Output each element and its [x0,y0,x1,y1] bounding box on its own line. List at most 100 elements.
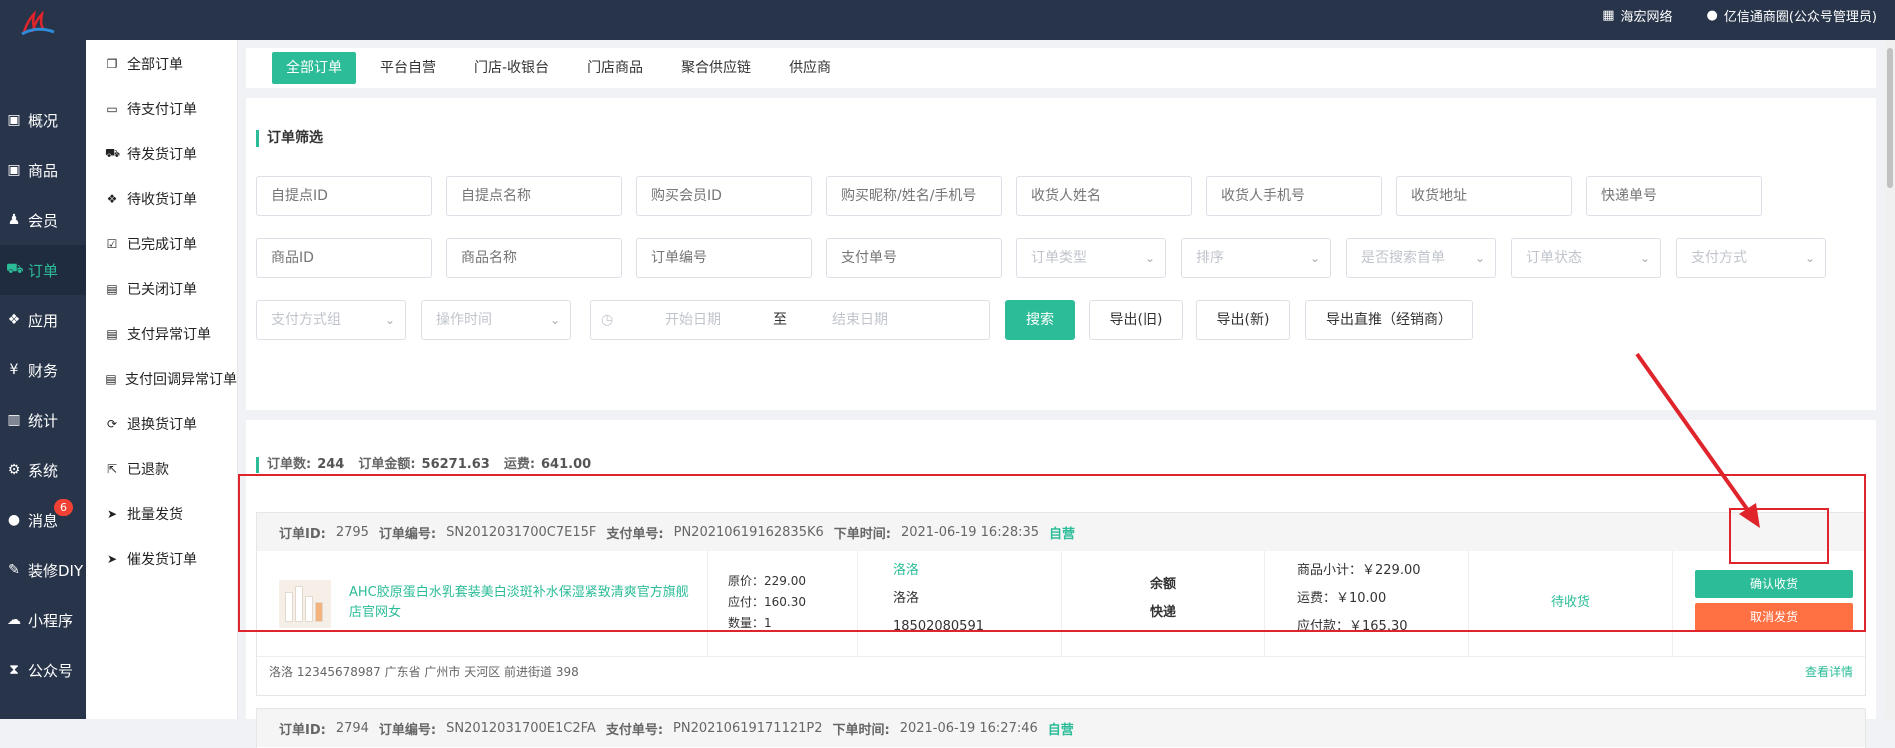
receiver-phone-input[interactable] [1206,176,1382,216]
submenu-label: 已退款 [127,461,169,478]
clock-icon: ◷ [601,312,614,328]
tab-self-operated[interactable]: 平台自营 [366,52,450,84]
submenu-label: 支付回调异常订单 [125,371,237,388]
express-no-input[interactable] [1586,176,1762,216]
user-menu[interactable]: ● 亿信通商圈(公众号管理员) [1707,6,1878,25]
sidebar-item-label: 公众号 [28,661,74,680]
submenu-label: 待发货订单 [127,146,197,163]
submenu-payment-error[interactable]: ▤ 支付异常订单 [86,311,237,356]
submenu-urge-ship[interactable]: ➤ 催发货订单 [86,536,237,581]
sidebar-item-label: 商品 [28,161,59,180]
dropbox-icon: ❖ [106,191,118,206]
scrollbar[interactable] [1885,40,1895,719]
sidebar-item-orders[interactable]: ⛟ 订单 [0,245,86,295]
order-type-select[interactable]: 订单类型 ⌄ [1016,238,1166,278]
pay-no-input[interactable] [826,238,1002,278]
pickup-id-input[interactable] [256,176,432,216]
message-count-badge: 6 [54,499,73,516]
truck-icon: ⛟ [105,145,121,160]
submenu-callback-error[interactable]: ▤ 支付回调异常订单 [86,356,237,401]
cart-icon: ⛟ [6,261,24,277]
search-button[interactable]: 搜索 [1005,300,1075,340]
select-placeholder: 支付方式 [1691,250,1747,266]
sidebar-item-members[interactable]: ♟ 会员 [0,195,86,245]
sidebar-item-stats[interactable]: ▥ 统计 [0,395,86,445]
chevron-down-icon: ⌄ [1144,251,1155,265]
order-id: 2794 [335,720,369,736]
sidebar-item-apps[interactable]: ❖ 应用 [0,295,86,345]
first-order-select[interactable]: 是否搜索首单 ⌄ [1346,238,1496,278]
tab-all-orders[interactable]: 全部订单 [272,52,356,84]
buyer-id-input[interactable] [636,176,812,216]
submenu-returns[interactable]: ⟳ 退换货订单 [86,401,237,446]
scrollbar-thumb[interactable] [1887,48,1893,188]
sidebar-item-system[interactable]: ⚙ 系统 [0,445,86,495]
chevron-down-icon: ⌄ [384,313,395,327]
send-icon: ➤ [106,506,118,521]
select-placeholder: 支付方式组 [271,312,341,328]
tab-supplier[interactable]: 供应商 [775,52,845,84]
summary-freight-label: 运费: [503,457,536,472]
order-time: 2021-06-19 16:27:46 [899,720,1038,736]
submenu-pending-shipment[interactable]: ⛟ 待发货订单 [86,131,237,176]
goods-name-input[interactable] [446,238,622,278]
sidebar-item-official-account[interactable]: ⧗ 公众号 [0,645,86,695]
view-detail-link[interactable]: 查看详情 [1805,663,1853,680]
date-start: 开始日期 [665,312,721,328]
summary-count: 244 [317,457,345,472]
trash-icon: ▤ [106,281,118,296]
yen-icon: ¥ [9,362,19,378]
receiver-address-input[interactable] [1396,176,1572,216]
chevron-down-icon: ⌄ [1804,251,1815,265]
export-old-button[interactable]: 导出(旧) [1089,300,1183,340]
sidebar-item-decor-diy[interactable]: ✎ 装修DIY [0,545,86,595]
operate-time-select[interactable]: 操作时间 ⌄ [421,300,571,340]
sidebar-item-label: 系统 [28,461,59,480]
filter-title: 订单筛选 [256,130,323,147]
submenu-all-orders[interactable]: ❐ 全部订单 [86,41,237,86]
submenu-label: 已关闭订单 [127,281,197,298]
sidebar-item-finance[interactable]: ¥ 财务 [0,345,86,395]
sidebar-item-label: 消息 [28,511,59,530]
sort-select[interactable]: 排序 ⌄ [1181,238,1331,278]
submenu-pending-receipt[interactable]: ❖ 待收货订单 [86,176,237,221]
hourglass-icon: ⧗ [9,662,19,678]
select-placeholder: 是否搜索首单 [1361,250,1445,266]
submenu-completed[interactable]: ☑ 已完成订单 [86,221,237,266]
export-new-button[interactable]: 导出(新) [1196,300,1290,340]
pay-method-select[interactable]: 支付方式 ⌄ [1676,238,1826,278]
tab-aggregate-supply[interactable]: 聚合供应链 [667,52,765,84]
buyer-info-input[interactable] [826,176,1002,216]
tab-store-cashier[interactable]: 门店-收银台 [460,52,563,84]
export-direct-button[interactable]: 导出直推（经销商） [1305,300,1473,340]
annotation-button-box [1729,508,1829,564]
receiver-name-input[interactable] [1016,176,1192,216]
credit-card-icon: ▭ [106,101,118,116]
order-header: 订单ID: 2794 订单编号: SN2012031700E1C2FA 支付单号: P… [257,709,1865,747]
sidebar-item-overview[interactable]: ▣ 概况 [0,95,86,145]
tab-store-goods[interactable]: 门店商品 [573,52,657,84]
sidebar-item-miniprogram[interactable]: ☁ 小程序 [0,595,86,645]
pay-group-select[interactable]: 支付方式组 ⌄ [256,300,406,340]
pickup-name-input[interactable] [446,176,622,216]
submenu-batch-ship[interactable]: ➤ 批量发货 [86,491,237,536]
org-switch[interactable]: ▦ 海宏网络 [1602,6,1672,25]
annotation-order-box [238,474,1866,632]
chevron-down-icon: ⌄ [549,313,560,327]
order-status-select[interactable]: 订单状态 ⌄ [1511,238,1661,278]
submenu-pending-payment[interactable]: ▭ 待支付订单 [86,86,237,131]
date-range-picker[interactable]: ◷ 开始日期 至 结束日期 [590,300,990,340]
submenu-refunded[interactable]: ⇱ 已退款 [86,446,237,491]
users-icon: ♟ [7,212,21,228]
summary-amount-label: 订单金额: [358,457,416,472]
summary-freight: 641.00 [541,457,592,472]
goods-id-input[interactable] [256,238,432,278]
submenu-closed[interactable]: ▤ 已关闭订单 [86,266,237,311]
order-submenu: ❐ 全部订单 ▭ 待支付订单 ⛟ 待发货订单 ❖ 待收货订单 ☑ 已完成订单 ▤ 已关闭订单… [86,40,238,719]
sidebar-item-messages[interactable]: ● 消息 6 [0,495,86,545]
chevron-down-icon: ⌄ [1309,251,1320,265]
order-no-input[interactable] [636,238,812,278]
sidebar-item-label: 概况 [28,111,59,130]
sidebar-item-goods[interactable]: ▣ 商品 [0,145,86,195]
order-time-label: 下单时间: [832,722,890,738]
